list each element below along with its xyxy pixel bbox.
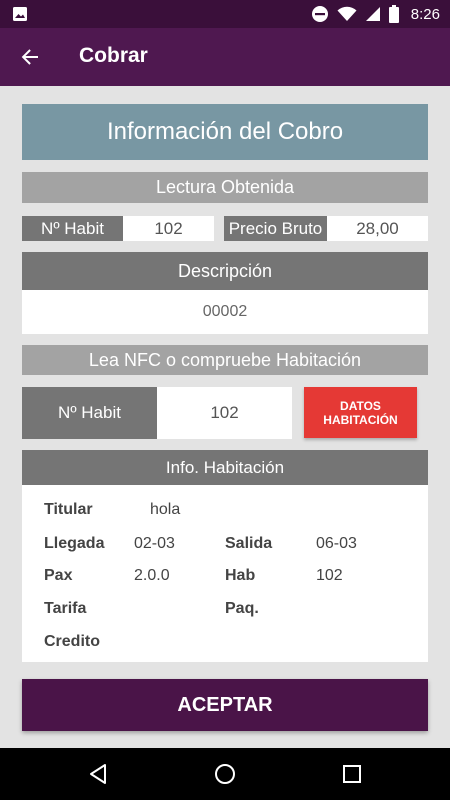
datos-button-line1: DATOS	[340, 398, 381, 413]
card-title: Información del Cobro	[22, 104, 428, 160]
pax-value: 2.0.0	[134, 567, 170, 584]
titular-label: Titular	[44, 501, 93, 518]
hab-value: 102	[316, 567, 343, 584]
salida-value: 06-03	[316, 535, 357, 552]
status-icons: 8:26	[311, 4, 440, 24]
hab-label: Hab	[225, 567, 256, 584]
status-bar: 8:26	[0, 0, 450, 28]
datos-button-line2: HABITACIÓN	[323, 412, 398, 427]
do-not-disturb-icon	[311, 6, 328, 22]
llegada-value: 02-03	[134, 535, 175, 552]
habit-value: 102	[123, 216, 214, 241]
wifi-icon	[337, 6, 357, 21]
nfc-habit-label: Nº Habit	[22, 387, 157, 439]
precio-label: Precio Bruto	[224, 216, 327, 241]
arrow-back-icon[interactable]	[16, 43, 44, 71]
lectura-header: Lectura Obtenida	[22, 172, 428, 203]
nfc-header: Lea NFC o compruebe Habitación	[22, 345, 428, 375]
credito-label: Credito	[44, 633, 100, 650]
app-bar: Cobrar	[0, 28, 450, 86]
titular-value: hola	[150, 501, 181, 518]
image-icon	[13, 7, 27, 21]
recents-square-icon[interactable]	[340, 762, 364, 786]
aceptar-button[interactable]: ACEPTAR	[22, 679, 428, 731]
back-triangle-icon[interactable]	[86, 762, 110, 786]
pax-label: Pax	[44, 567, 73, 584]
info-panel: Titular hola Llegada 02-03 Salida 06-03 …	[22, 485, 428, 662]
paq-label: Paq.	[225, 600, 259, 617]
llegada-label: Llegada	[44, 535, 105, 552]
navigation-bar	[0, 748, 450, 800]
clock: 8:26	[410, 5, 440, 23]
salida-label: Salida	[225, 535, 273, 552]
nfc-habit-input[interactable]: 102	[157, 387, 292, 439]
precio-value: 28,00	[327, 216, 428, 241]
info-header: Info. Habitación	[22, 450, 428, 485]
descripcion-header: Descripción	[22, 252, 428, 290]
tarifa-label: Tarifa	[44, 600, 87, 617]
battery-icon	[388, 5, 399, 23]
page-title: Cobrar	[79, 44, 148, 67]
signal-icon	[365, 7, 380, 21]
descripcion-value: 00002	[22, 290, 428, 334]
content-area: Información del Cobro Lectura Obtenida N…	[0, 86, 450, 748]
habit-label: Nº Habit	[22, 216, 123, 241]
home-circle-icon[interactable]	[213, 762, 237, 786]
datos-habitacion-button[interactable]: DATOS HABITACIÓN	[304, 387, 417, 438]
